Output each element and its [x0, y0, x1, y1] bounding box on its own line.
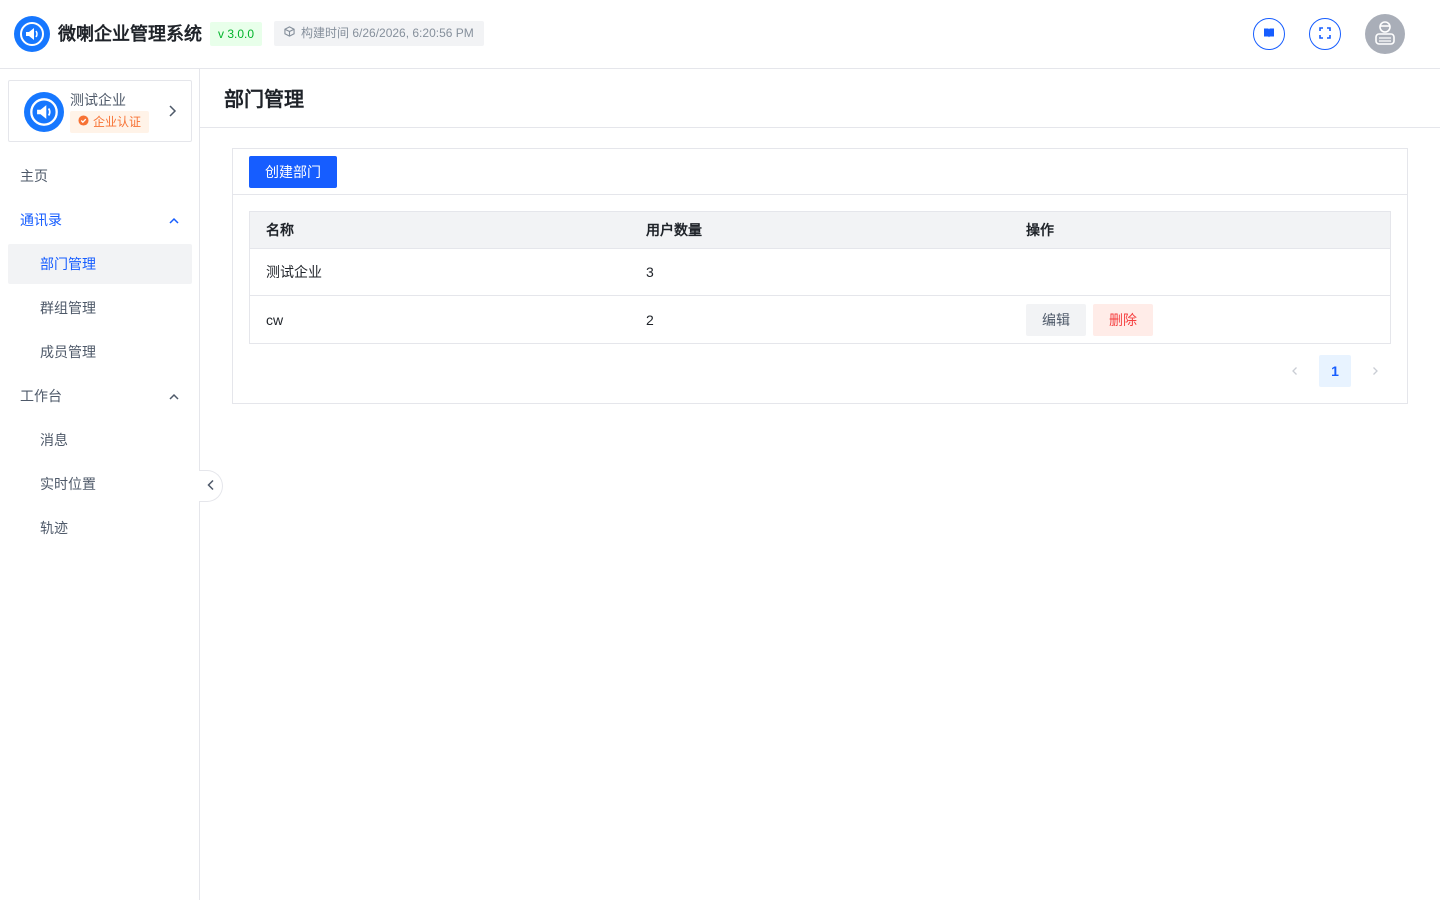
org-switcher[interactable]: 测试企业 企业认证 [8, 80, 192, 142]
page-number-button[interactable]: 1 [1319, 355, 1351, 387]
cube-icon [284, 21, 295, 46]
menu-item-label: 主页 [20, 168, 48, 184]
menu-item-tracks[interactable]: 轨迹 [8, 508, 192, 548]
card-toolbar: 创建部门 [233, 149, 1407, 195]
delete-button[interactable]: 删除 [1093, 303, 1153, 336]
page-header: 部门管理 [200, 69, 1440, 128]
cell-user-count: 3 [646, 264, 654, 280]
fullscreen-button[interactable] [1309, 18, 1341, 50]
cell-actions: 编辑 删除 [1026, 296, 1386, 343]
version-tag: v 3.0.0 [210, 22, 263, 46]
menu-item-label: 成员管理 [40, 344, 96, 360]
page-title: 部门管理 [224, 89, 304, 111]
org-logo-icon [24, 92, 64, 132]
prev-page-button[interactable] [1279, 355, 1311, 387]
app-title: 微喇企业管理系统 [58, 24, 202, 44]
menu-item-label: 群组管理 [40, 300, 96, 316]
sidebar-collapse-button[interactable] [199, 470, 223, 502]
menu-item-live-location[interactable]: 实时位置 [8, 464, 192, 504]
menu-item-label: 实时位置 [40, 476, 96, 492]
create-department-button[interactable]: 创建部门 [249, 156, 337, 188]
cell-actions [1026, 249, 1386, 295]
chevron-right-icon [1370, 363, 1380, 379]
menu-item-label: 部门管理 [40, 256, 96, 272]
chevron-left-icon [206, 478, 216, 494]
menu-item-home[interactable]: 主页 [8, 156, 192, 196]
menu-group-workbench[interactable]: 工作台 [8, 376, 192, 416]
menu-item-label: 通讯录 [20, 212, 62, 228]
chevron-left-icon [1290, 363, 1300, 379]
department-card: 创建部门 名称 用户数量 操作 测试企业 3 cw 2 编辑 删除 1 [232, 148, 1408, 404]
next-page-button[interactable] [1359, 355, 1391, 387]
org-name: 测试企业 [70, 92, 126, 108]
column-header-user-count: 用户数量 [646, 222, 702, 238]
menu-item-groups[interactable]: 群组管理 [8, 288, 192, 328]
menu-item-label: 工作台 [20, 388, 62, 404]
megaphone-logo-icon [14, 16, 50, 52]
cell-name: 测试企业 [266, 264, 322, 280]
menu-item-messages[interactable]: 消息 [8, 420, 192, 460]
column-header-name: 名称 [266, 222, 294, 238]
menu-item-departments[interactable]: 部门管理 [8, 244, 192, 284]
menu-item-label: 消息 [40, 432, 68, 448]
build-time-text: 构建时间 6/26/2026, 6:20:56 PM [301, 26, 474, 40]
pagination: 1 [1279, 355, 1391, 387]
menu-item-label: 轨迹 [40, 520, 68, 536]
column-header-actions: 操作 [1026, 222, 1054, 238]
org-badge-label: 企业认证 [93, 115, 142, 129]
menu-group-contacts[interactable]: 通讯录 [8, 200, 192, 240]
build-time-tag: 构建时间 6/26/2026, 6:20:56 PM [274, 21, 484, 46]
chevron-up-icon [168, 214, 180, 230]
fullscreen-icon [1318, 26, 1332, 43]
docs-button[interactable] [1253, 18, 1285, 50]
org-verified-badge: 企业认证 [70, 111, 150, 133]
edit-button[interactable]: 编辑 [1026, 303, 1086, 336]
cell-user-count: 2 [646, 311, 654, 328]
top-header: 微喇企业管理系统 v 3.0.0 构建时间 6/26/2026, 6:20:56… [0, 0, 1440, 69]
verified-check-icon [78, 111, 89, 133]
user-avatar[interactable] [1365, 14, 1405, 54]
book-icon [1262, 26, 1276, 43]
sidebar: 测试企业 企业认证 主页 通讯录 部门管理 群组管理 成员管理 工作台 消息 实… [0, 69, 200, 900]
table-row: cw 2 编辑 删除 [250, 296, 1390, 343]
user-avatar-icon [1371, 19, 1399, 50]
chevron-up-icon [168, 390, 180, 406]
menu-item-members[interactable]: 成员管理 [8, 332, 192, 372]
table-row: 测试企业 3 [250, 249, 1390, 296]
chevron-right-icon [167, 104, 177, 121]
table-header-row: 名称 用户数量 操作 [250, 212, 1390, 249]
department-table: 名称 用户数量 操作 测试企业 3 cw 2 编辑 删除 [249, 211, 1391, 344]
cell-name: cw [266, 311, 284, 328]
